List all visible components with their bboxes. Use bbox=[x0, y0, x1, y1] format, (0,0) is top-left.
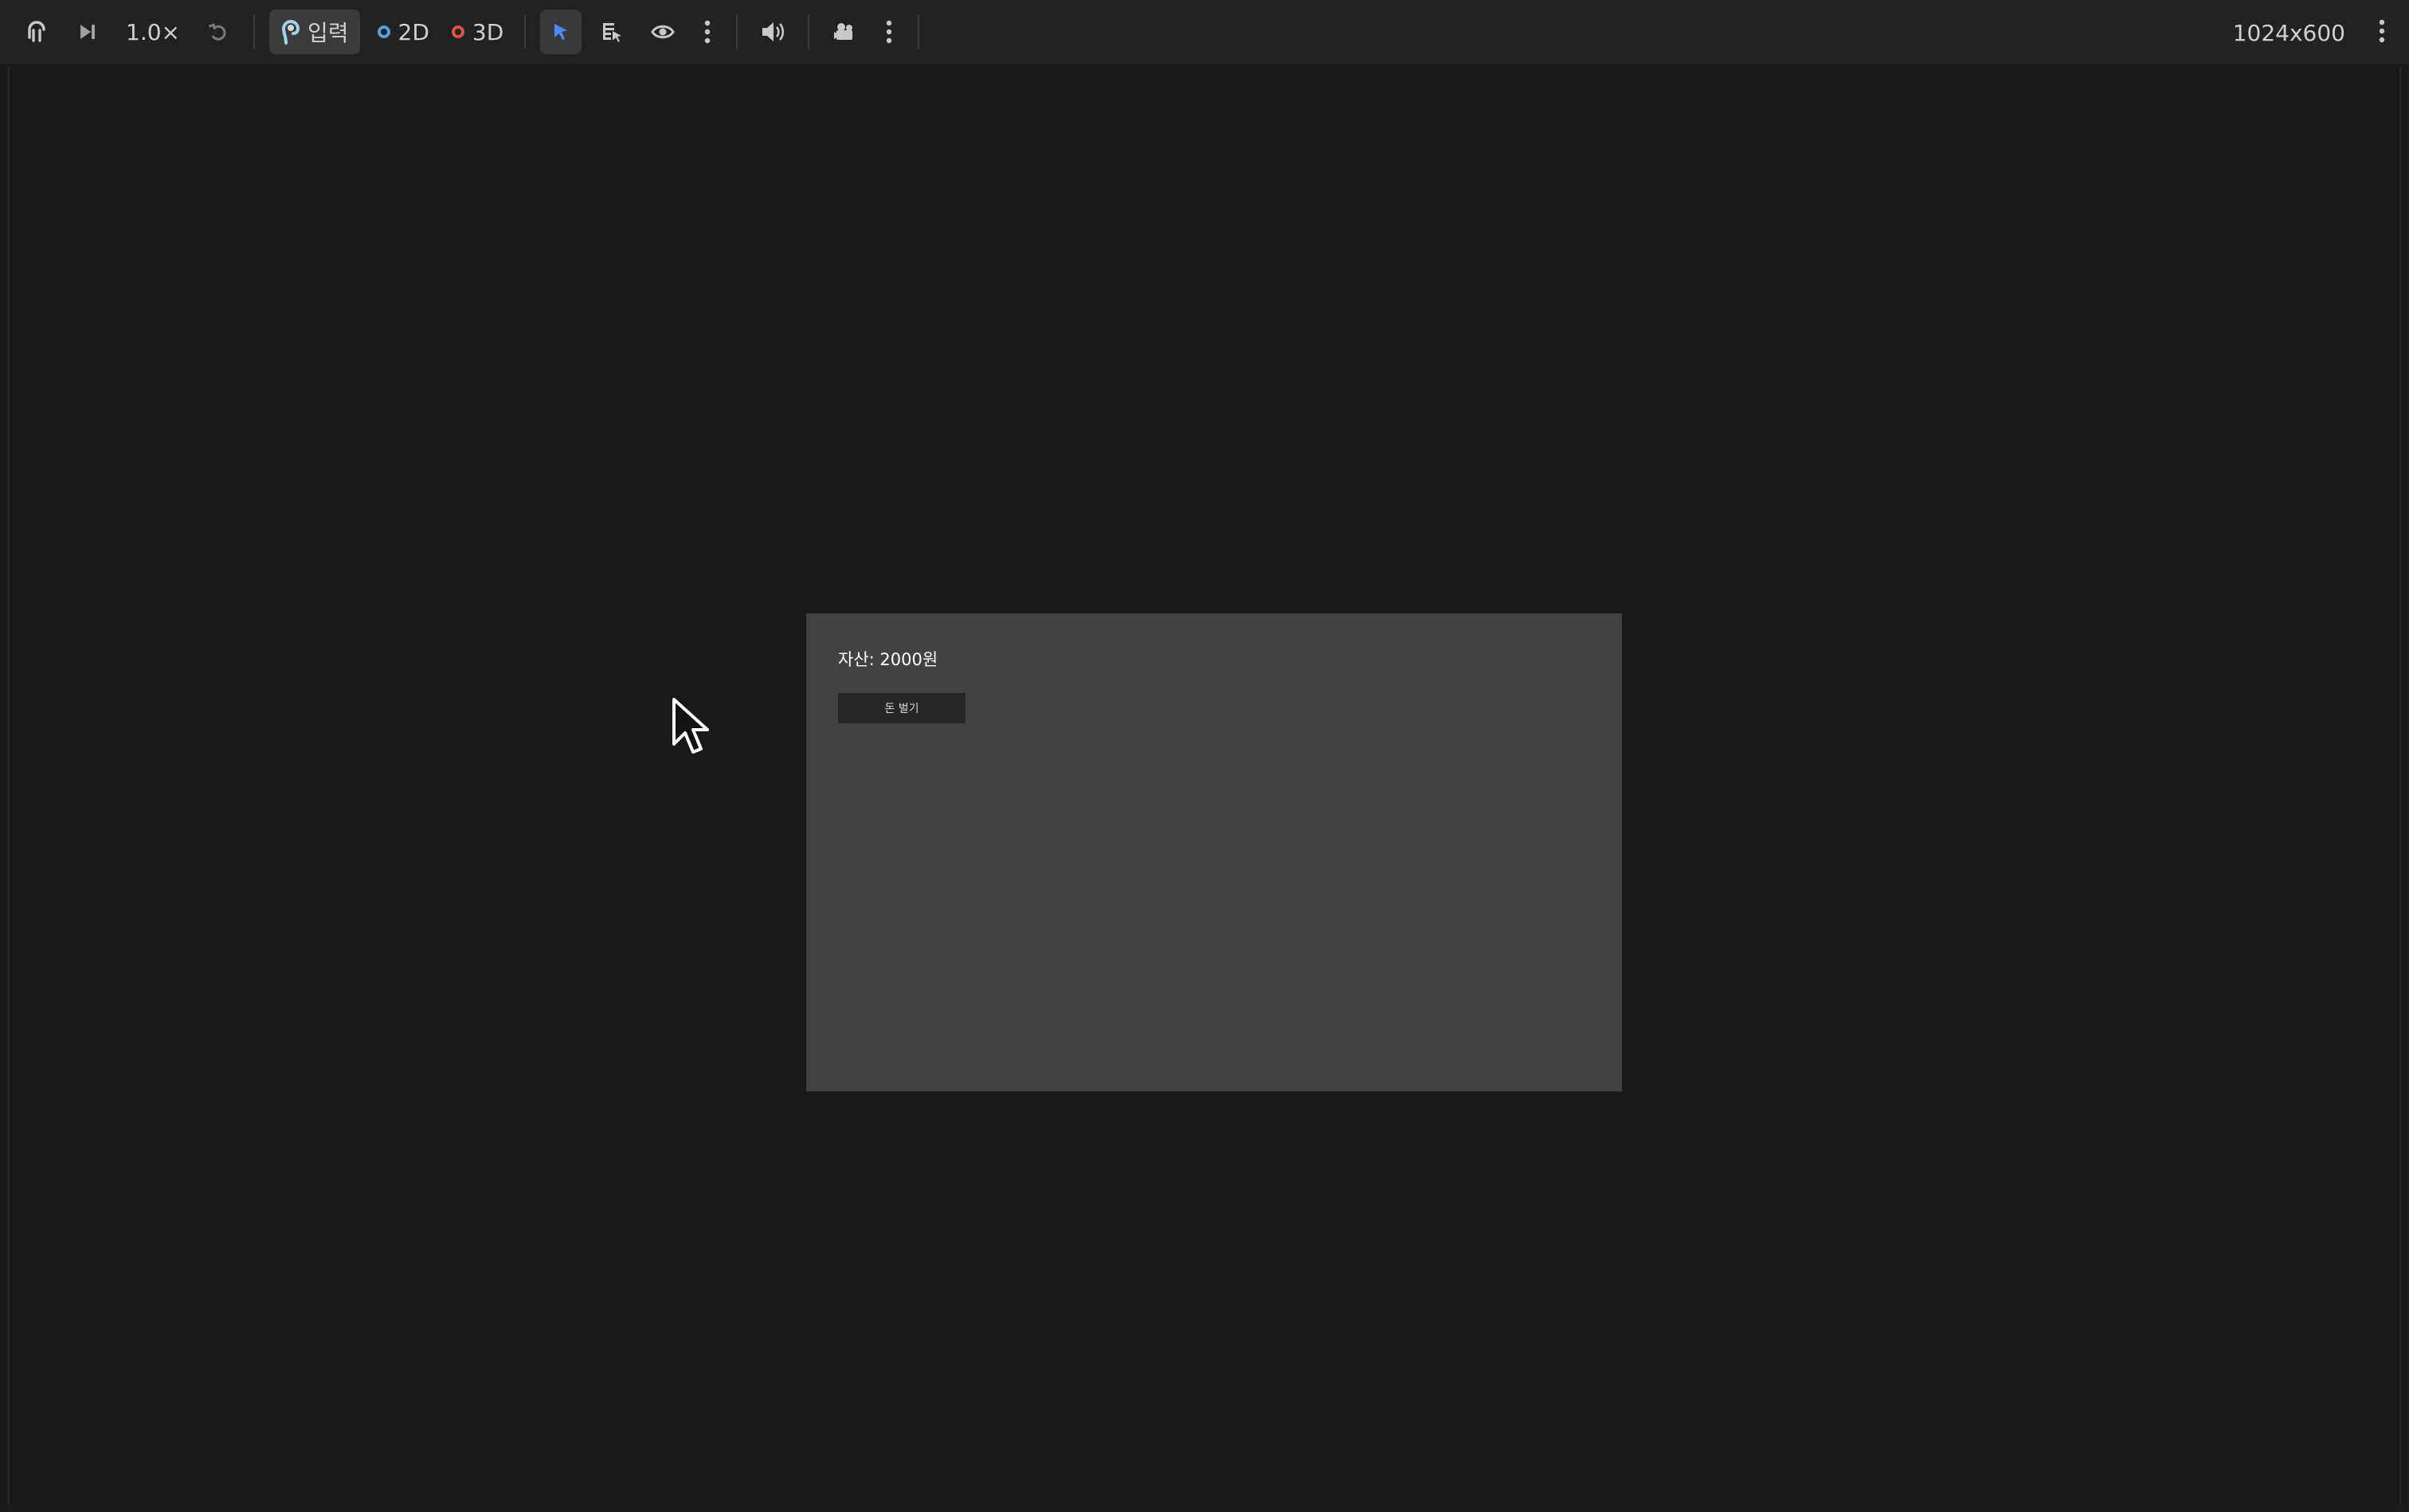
visibility-button[interactable] bbox=[642, 10, 684, 54]
separator bbox=[524, 14, 527, 49]
main-options-button[interactable] bbox=[2366, 10, 2398, 55]
separator bbox=[253, 14, 255, 49]
toolbar: 1.0× 입력 2D 3D 1024x600 bbox=[0, 0, 2409, 65]
more-vert-icon bbox=[2379, 19, 2385, 46]
game-canvas: 자산: 2000원 돈 벌기 bbox=[806, 613, 1622, 1091]
separator bbox=[918, 14, 920, 49]
asset-label: 자산: 2000원 bbox=[838, 650, 938, 669]
step-forward-button[interactable] bbox=[67, 10, 108, 54]
select-tool-button[interactable] bbox=[540, 10, 582, 54]
input-button[interactable]: 입력 bbox=[269, 10, 360, 54]
mode-2d-button[interactable]: 2D bbox=[371, 10, 436, 54]
audio-button[interactable] bbox=[752, 10, 793, 54]
camera-icon bbox=[832, 21, 857, 43]
pause-icon bbox=[25, 20, 49, 44]
earn-money-button[interactable]: 돈 벌기 bbox=[838, 693, 966, 723]
separator bbox=[808, 14, 810, 49]
mode-3d-label: 3D bbox=[472, 18, 504, 45]
input-label: 입력 bbox=[307, 20, 349, 46]
reset-icon bbox=[207, 21, 229, 43]
list-select-icon bbox=[600, 20, 624, 44]
speed-label: 1.0× bbox=[126, 18, 180, 45]
mode-2d-icon bbox=[377, 25, 390, 38]
speaker-icon bbox=[760, 20, 785, 44]
camera-options-button[interactable] bbox=[875, 10, 903, 54]
mode-3d-button[interactable]: 3D bbox=[445, 10, 510, 54]
eye-icon bbox=[651, 23, 675, 41]
view-options-button[interactable] bbox=[693, 10, 722, 54]
viewport-resolution: 1024x600 bbox=[2232, 19, 2345, 46]
mode-3d-icon bbox=[451, 25, 464, 38]
mode-2d-label: 2D bbox=[398, 18, 429, 45]
separator bbox=[736, 14, 738, 49]
more-vert-icon bbox=[886, 20, 892, 44]
camera-button[interactable] bbox=[824, 10, 865, 54]
pause-button[interactable] bbox=[16, 10, 57, 54]
step-forward-icon bbox=[76, 21, 99, 43]
input-icon bbox=[280, 19, 301, 45]
game-viewport[interactable]: 자산: 2000원 돈 벌기 bbox=[8, 67, 2401, 1506]
reset-button[interactable] bbox=[198, 10, 239, 54]
select-icon bbox=[550, 21, 572, 43]
list-select-button[interactable] bbox=[591, 10, 633, 54]
speed-button[interactable]: 1.0× bbox=[118, 10, 188, 54]
more-vert-icon bbox=[704, 20, 711, 44]
mouse-cursor-icon bbox=[671, 696, 712, 763]
